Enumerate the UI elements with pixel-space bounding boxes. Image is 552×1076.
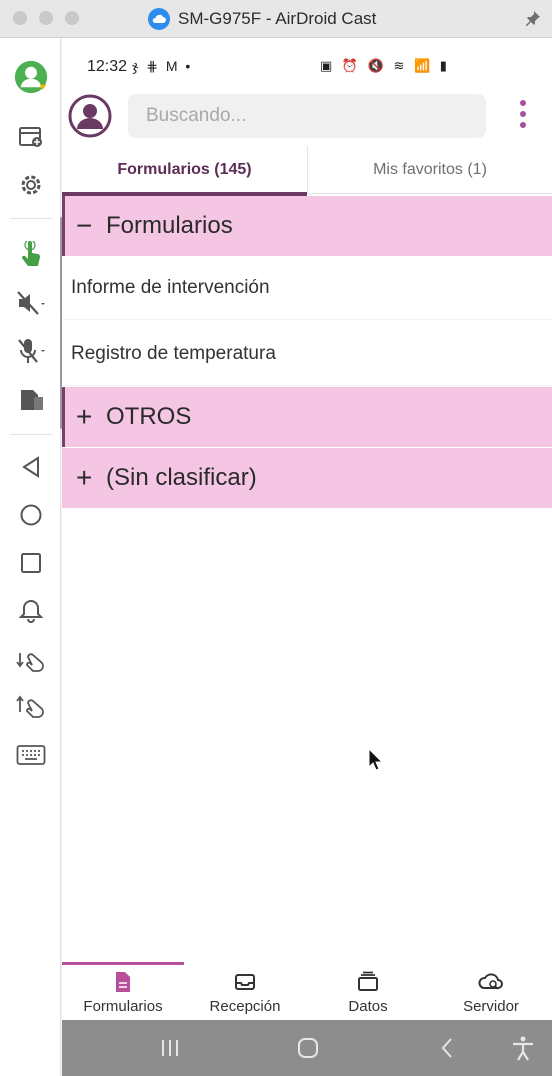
back-nav-icon[interactable] <box>432 1034 462 1062</box>
new-window-icon[interactable] <box>14 120 48 154</box>
speaker-muted-icon[interactable] <box>14 286 48 320</box>
status-system-icons: ▣ ⏰ 🔇 ≋ 📶 ▮ <box>320 58 450 73</box>
window-title-bar: SM-G975F - AirDroid Cast <box>0 0 552 38</box>
list-item[interactable]: Registro de temperatura <box>62 322 552 386</box>
group-header-formularios[interactable]: − Formularios <box>62 196 552 256</box>
bottom-navigation: Formularios Recepción Datos Servidor <box>62 962 552 1020</box>
bottom-nav-label: Datos <box>348 998 388 1015</box>
more-options-icon[interactable] <box>518 100 528 132</box>
toolbar-divider <box>10 434 52 435</box>
minimize-window-button[interactable] <box>39 11 53 25</box>
screen-file-icon[interactable] <box>14 382 48 416</box>
group-label: (Sin clasificar) <box>106 464 257 491</box>
airdroid-cloud-icon <box>148 8 170 30</box>
touch-control-icon[interactable] <box>14 238 48 272</box>
collapse-icon: − <box>76 210 93 241</box>
accessibility-icon[interactable] <box>508 1034 538 1062</box>
bottom-nav-formularios[interactable]: Formularios <box>62 966 184 1020</box>
tab-mis-favoritos-label: Mis favoritos (1) <box>373 161 487 178</box>
toolbar-divider <box>10 218 52 219</box>
system-navigation-bar <box>62 1020 552 1076</box>
bottom-nav-label: Recepción <box>209 998 281 1015</box>
bottom-nav-label: Formularios <box>83 998 163 1015</box>
group-header-sin-clasificar[interactable]: + (Sin clasificar) <box>62 448 552 508</box>
back-icon[interactable] <box>14 450 48 484</box>
status-time: 12:32 <box>87 58 128 75</box>
group-accent-bar <box>62 196 65 256</box>
tab-formularios-label: Formularios (145) <box>117 161 252 178</box>
bottom-nav-active-indicator <box>62 962 184 965</box>
close-window-button[interactable] <box>13 11 27 25</box>
status-notification-icons: ჯ ⋕ M • <box>132 58 193 74</box>
search-input[interactable]: Buscando... <box>128 94 486 138</box>
user-avatar-icon[interactable] <box>14 60 48 94</box>
bottom-nav-recepcion[interactable]: Recepción <box>184 966 306 1020</box>
zoom-window-button[interactable] <box>65 11 79 25</box>
recents-nav-icon[interactable] <box>155 1034 185 1062</box>
tab-mis-favoritos[interactable]: Mis favoritos (1) <box>307 146 552 194</box>
archive-icon <box>358 971 378 991</box>
expand-icon: + <box>76 401 93 432</box>
home-nav-icon[interactable] <box>293 1034 323 1062</box>
bottom-nav-datos[interactable]: Datos <box>307 966 429 1020</box>
mouse-cursor-icon <box>368 747 384 777</box>
tab-formularios[interactable]: Formularios (145) <box>62 146 307 196</box>
status-bar: 12:32 ჯ ⋕ M • ▣ ⏰ 🔇 ≋ 📶 ▮ <box>62 38 552 82</box>
app-bar: Buscando... <box>62 86 552 146</box>
window-title: SM-G975F - AirDroid Cast <box>178 9 377 28</box>
volume-up-icon[interactable] <box>14 690 48 724</box>
phone-screen: 12:32 ჯ ⋕ M • ▣ ⏰ 🔇 ≋ 📶 ▮ Buscando... Fo… <box>62 38 552 1076</box>
expand-icon: + <box>76 462 93 493</box>
profile-avatar-icon[interactable] <box>68 94 112 138</box>
control-toolbar <box>0 38 61 1076</box>
notification-bell-icon[interactable] <box>14 594 48 628</box>
tab-bar: Formularios (145) Mis favoritos (1) <box>62 146 552 196</box>
keyboard-icon[interactable] <box>14 738 48 772</box>
inbox-icon <box>235 974 255 990</box>
volume-down-icon[interactable] <box>14 644 48 678</box>
pin-icon[interactable] <box>524 9 542 32</box>
list-item-label: Registro de temperatura <box>71 342 276 364</box>
group-header-otros[interactable]: + OTROS <box>62 387 552 447</box>
group-label: OTROS <box>106 403 192 430</box>
group-accent-bar <box>62 387 65 447</box>
group-label: Formularios <box>106 212 233 239</box>
document-icon <box>116 972 130 992</box>
home-icon[interactable] <box>14 498 48 532</box>
list-item[interactable]: Informe de intervención <box>62 256 552 320</box>
gear-icon[interactable] <box>14 168 48 202</box>
mic-muted-icon[interactable] <box>14 334 48 368</box>
list-item-label: Informe de intervención <box>71 276 270 298</box>
bottom-nav-servidor[interactable]: Servidor <box>430 966 552 1020</box>
bottom-nav-label: Servidor <box>463 998 519 1015</box>
recents-icon[interactable] <box>14 546 48 580</box>
cloud-sync-icon <box>478 973 503 990</box>
